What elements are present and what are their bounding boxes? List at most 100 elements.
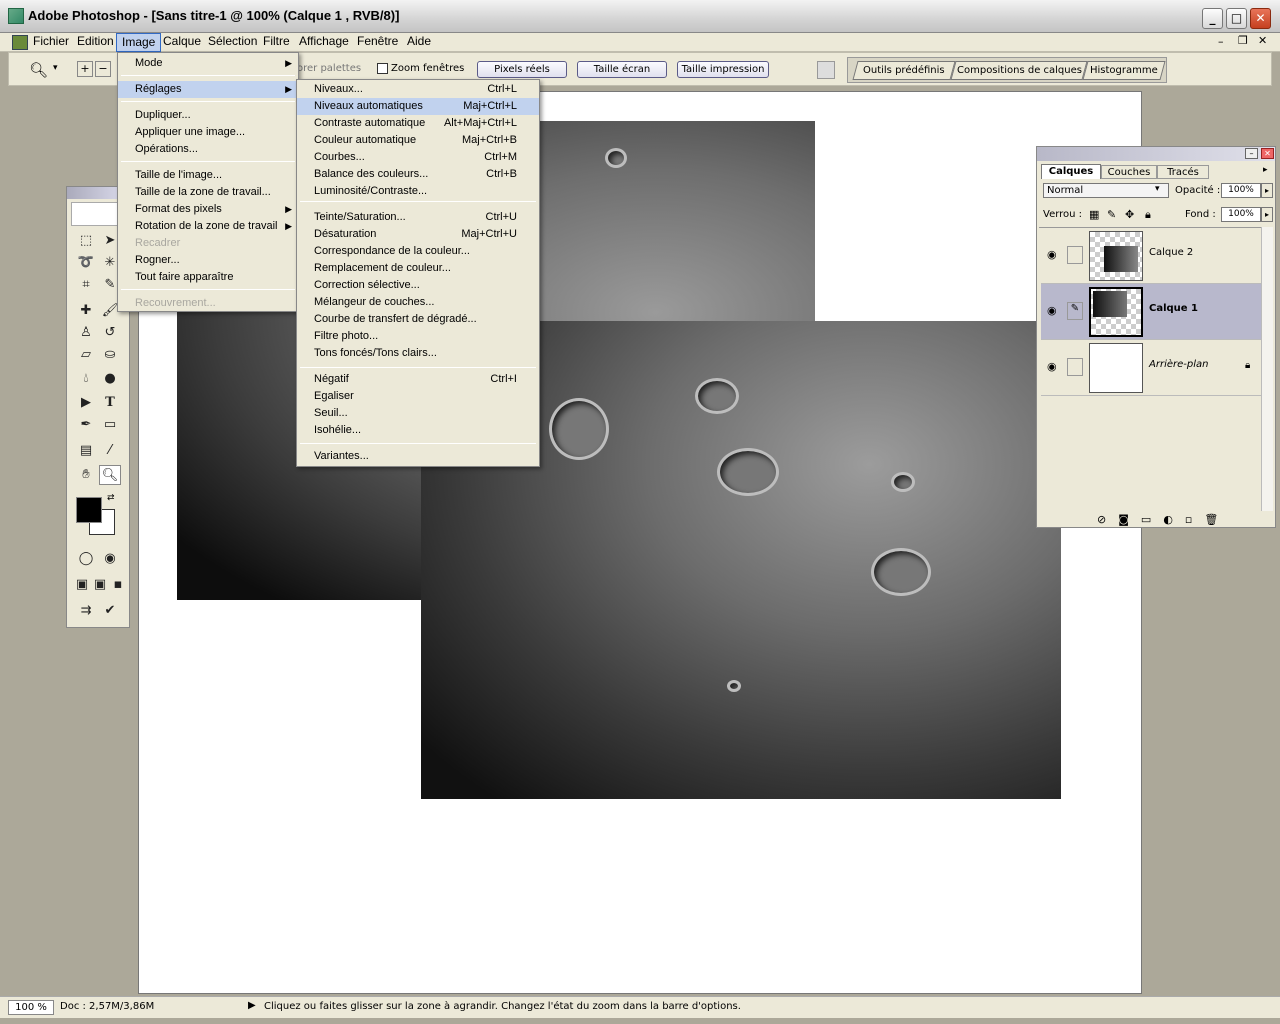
lock-all-icon[interactable]: 🔒︎ (1145, 208, 1151, 222)
menu-fichier[interactable]: Fichier (28, 33, 74, 52)
paint-bucket-icon[interactable]: ⛀ (99, 345, 121, 365)
mask-icon[interactable]: ◙ (1118, 513, 1141, 526)
eraser-tool-icon[interactable]: ▱ (75, 345, 97, 365)
healing-brush-icon[interactable]: ✚ (75, 301, 97, 321)
tab-compositions-calques[interactable]: Compositions de calques (950, 61, 1088, 80)
eye-icon[interactable]: ◉ (1047, 248, 1057, 261)
opacity-arrow-icon[interactable]: ▸ (1261, 183, 1273, 198)
layer-name[interactable]: Arrière-plan (1149, 359, 1208, 370)
image-menu-item[interactable]: Rotation de la zone de travail ▶ (118, 218, 298, 235)
check-icon[interactable]: ✔ (99, 601, 121, 621)
eye-icon[interactable]: ◉ (1047, 304, 1057, 317)
screen-mode-full-menu-icon[interactable]: ▣ (91, 575, 109, 595)
menu-fenetre[interactable]: Fenêtre (352, 33, 403, 52)
folder-icon[interactable]: ▭ (1141, 513, 1163, 526)
menu-aide[interactable]: Aide (402, 33, 436, 52)
image-menu-item[interactable]: Dupliquer... (118, 107, 298, 124)
menu-affichage[interactable]: Affichage (294, 33, 354, 52)
panel-menu-arrow-icon[interactable]: ▸ (1263, 165, 1268, 175)
adjust-menu-item[interactable]: Variantes... (297, 448, 539, 465)
adjust-menu-item[interactable]: Luminosité/Contraste... (297, 183, 539, 200)
lock-position-icon[interactable]: ✥ (1125, 208, 1134, 221)
new-layer-icon[interactable]: ▫ (1185, 513, 1204, 526)
adjustment-layer-icon[interactable]: ◐ (1163, 513, 1185, 526)
layers-title-bar[interactable] (1037, 147, 1275, 161)
blend-mode-select[interactable]: Normal (1043, 183, 1169, 198)
palette-well-icon[interactable] (817, 61, 835, 79)
layer-row-arriere-plan[interactable]: ◉ Arrière-plan 🔒︎ (1041, 340, 1263, 396)
image-menu-item[interactable]: Réglages ▶ (118, 81, 298, 98)
menu-filtre[interactable]: Filtre (258, 33, 295, 52)
actual-pixels-button[interactable]: Pixels réels (477, 61, 567, 78)
brush-link-icon[interactable]: ✎ (1067, 302, 1083, 320)
zoom-level-field[interactable]: 100 % (8, 1000, 54, 1015)
screen-mode-full-icon[interactable]: ▪ (109, 575, 127, 595)
adjust-menu-item[interactable]: Teinte/Saturation... Ctrl+U (297, 209, 539, 226)
standard-mode-icon[interactable]: ◯ (75, 549, 97, 569)
screen-mode-standard-icon[interactable]: ▣ (73, 575, 91, 595)
type-tool-icon[interactable]: T (99, 393, 121, 413)
lock-transparency-icon[interactable]: ▦ (1089, 208, 1099, 221)
minimize-button[interactable]: _ (1202, 8, 1223, 29)
tab-histogramme[interactable]: Histogramme (1082, 61, 1166, 80)
menu-edition[interactable]: Edition (72, 33, 119, 52)
adjust-menu-item[interactable]: Filtre photo... (297, 328, 539, 345)
jump-to-imageready-icon[interactable]: ⇉ (75, 601, 97, 621)
shape-tool-icon[interactable]: ▭ (99, 415, 121, 435)
adjust-menu-item[interactable]: Isohélie... (297, 422, 539, 439)
adjust-menu-item[interactable]: Couleur automatique Maj+Ctrl+B (297, 132, 539, 149)
layers-scrollbar[interactable] (1261, 227, 1273, 511)
adjust-menu-item[interactable]: Contraste automatique Alt+Maj+Ctrl+L (297, 115, 539, 132)
image-menu-item[interactable]: Rogner... (118, 252, 298, 269)
panel-minimize-icon[interactable]: – (1245, 148, 1258, 159)
pen-tool-icon[interactable]: ✒ (75, 415, 97, 435)
adjust-menu-item[interactable]: Courbes... Ctrl+M (297, 149, 539, 166)
fill-input[interactable]: 100% (1221, 207, 1261, 222)
quick-mask-icon[interactable]: ◉ (99, 549, 121, 569)
layer-name[interactable]: Calque 2 (1149, 247, 1193, 258)
adjust-menu-item[interactable]: Remplacement de couleur... (297, 260, 539, 277)
doc-size-info[interactable]: Doc : 2,57M/3,86M (60, 1001, 154, 1012)
menu-calque[interactable]: Calque (158, 33, 206, 52)
tab-calques[interactable]: Calques (1041, 164, 1101, 179)
doc-close-icon[interactable]: ✕ (1258, 34, 1267, 47)
opacity-input[interactable]: 100% (1221, 183, 1261, 198)
adjust-menu-item[interactable]: Niveaux automatiques Maj+Ctrl+L (297, 98, 539, 115)
tab-couches[interactable]: Couches (1101, 165, 1157, 179)
eye-icon[interactable]: ◉ (1047, 360, 1057, 373)
tool-preset-arrow-icon[interactable]: ▾ (53, 63, 58, 73)
trash-icon[interactable]: 🗑︎ (1204, 513, 1230, 526)
zoom-out-icon[interactable]: − (95, 61, 111, 77)
adjust-menu-item[interactable]: Mélangeur de couches... (297, 294, 539, 311)
fit-screen-button[interactable]: Taille écran (577, 61, 667, 78)
layer-row-calque-1[interactable]: ◉ ✎ Calque 1 (1041, 284, 1263, 340)
adjust-menu-item[interactable]: Correspondance de la couleur... (297, 243, 539, 260)
doc-restore-icon[interactable]: ❐ (1238, 34, 1248, 47)
crop-tool-icon[interactable]: ⌗ (75, 275, 97, 295)
history-brush-icon[interactable]: ↺ (99, 323, 121, 343)
maximize-button[interactable]: □ (1226, 8, 1247, 29)
lasso-tool-icon[interactable]: ➰ (75, 253, 97, 273)
path-selection-icon[interactable]: ▶ (75, 393, 97, 413)
notes-tool-icon[interactable]: ▤ (75, 441, 97, 461)
image-menu-item[interactable]: Taille de la zone de travail... (118, 184, 298, 201)
blur-tool-icon[interactable]: 💧︎ (75, 369, 97, 389)
print-size-button[interactable]: Taille impression (677, 61, 769, 78)
zoom-in-icon[interactable]: + (77, 61, 93, 77)
zoom-tool-icon[interactable]: 🔍︎ (29, 61, 48, 79)
layer-style-icon[interactable]: ⊘ (1097, 513, 1118, 526)
zoom-tool-active-icon[interactable]: 🔍︎ (99, 465, 121, 485)
fill-arrow-icon[interactable]: ▸ (1261, 207, 1273, 222)
image-menu-item[interactable]: Tout faire apparaître (118, 269, 298, 286)
eyedropper-icon[interactable]: ⁄ (99, 441, 121, 461)
adjust-menu-item[interactable]: Tons foncés/Tons clairs... (297, 345, 539, 362)
close-button[interactable]: ✕ (1250, 8, 1271, 29)
image-menu-item[interactable]: Taille de l'image... (118, 167, 298, 184)
hand-tool-icon[interactable]: ✋︎ (75, 465, 97, 485)
swap-colors-icon[interactable]: ⇄ (107, 493, 115, 503)
clone-stamp-icon[interactable]: ♙ (75, 323, 97, 343)
doc-minimize-icon[interactable]: – (1218, 35, 1224, 48)
adjust-menu-item[interactable]: Egaliser (297, 388, 539, 405)
menu-selection[interactable]: Sélection (203, 33, 262, 52)
adjust-menu-item[interactable]: Niveaux... Ctrl+L (297, 81, 539, 98)
